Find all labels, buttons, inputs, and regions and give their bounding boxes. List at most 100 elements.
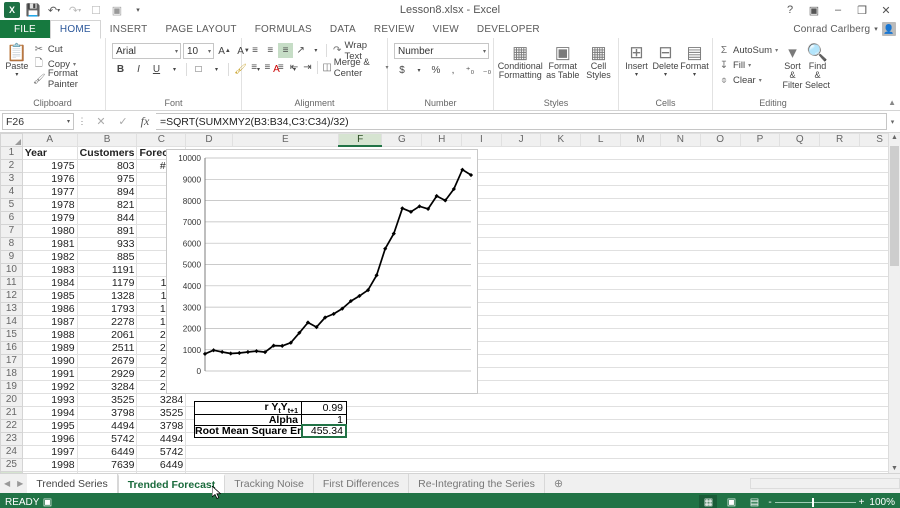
cell-a5[interactable]: 1978 [21, 197, 78, 212]
cell-a6[interactable]: 1979 [21, 210, 78, 225]
tab-formulas[interactable]: FORMULAS [246, 20, 321, 38]
cell-a7[interactable]: 1980 [21, 223, 78, 238]
increase-decimal-button[interactable]: ⁺₀ [462, 63, 478, 78]
row-header-24[interactable]: 24 [0, 444, 23, 459]
zoom-thumb[interactable] [811, 497, 814, 507]
tab-page-layout[interactable]: PAGE LAYOUT [156, 20, 245, 38]
cancel-formula-icon[interactable]: ✕ [90, 113, 112, 131]
column-header-o[interactable]: O [699, 133, 741, 147]
cell-a4[interactable]: 1977 [21, 184, 78, 199]
scroll-up-icon[interactable]: ▲ [889, 134, 900, 141]
column-header-l[interactable]: L [580, 133, 622, 147]
collapse-ribbon-icon[interactable]: ▲ [888, 98, 896, 107]
format-as-table-button[interactable]: ▣ Format as Table [543, 42, 582, 81]
bold-button[interactable]: B [112, 61, 129, 77]
cell-a22[interactable]: 1995 [21, 418, 78, 433]
column-header-q[interactable]: Q [779, 133, 821, 147]
user-account[interactable]: Conrad Carlberg ▾ 👤 [793, 20, 900, 38]
currency-chevron-down-icon[interactable]: ▾ [411, 63, 427, 78]
zoom-track[interactable] [774, 497, 856, 507]
cell-a23[interactable]: 1996 [21, 431, 78, 446]
cell-b2[interactable]: 803 [76, 158, 138, 173]
sheet-tab-trended-forecast[interactable]: Trended Forecast [117, 474, 226, 493]
cell-b25[interactable]: 7639 [76, 457, 138, 472]
cell-c23[interactable]: 4494 [136, 431, 187, 446]
tab-view[interactable]: VIEW [424, 20, 468, 38]
cell-b24[interactable]: 6449 [76, 444, 138, 459]
cell-a25[interactable]: 1998 [21, 457, 78, 472]
normal-view-button[interactable]: ▦ [699, 495, 718, 508]
chevron-down-icon[interactable]: ▾ [480, 48, 486, 55]
cell-empty-24[interactable] [185, 444, 900, 459]
chevron-down-icon[interactable]: ▾ [67, 118, 70, 125]
cell-empty-26[interactable] [185, 470, 900, 473]
wrap-text-button[interactable]: ↷ Wrap Text [330, 40, 384, 62]
cell-a12[interactable]: 1985 [21, 288, 78, 303]
sheet-tab-first-differences[interactable]: First Differences [313, 474, 410, 493]
row-header-14[interactable]: 14 [0, 314, 23, 329]
cell-styles-button[interactable]: ▦ Cell Styles [582, 42, 615, 81]
zoom-in-button[interactable]: + [859, 497, 865, 508]
cell-b15[interactable]: 2061 [76, 327, 138, 342]
column-header-row[interactable]: A B C D E F G H I J K L M N O P Q R S [0, 133, 900, 147]
column-header-i[interactable]: I [461, 133, 502, 147]
cell-b22[interactable]: 4494 [76, 418, 138, 433]
row-header-10[interactable]: 10 [0, 262, 23, 277]
cell-c24[interactable]: 5742 [136, 444, 187, 459]
increase-indent-button[interactable]: ⇥ [301, 60, 313, 75]
sheet-tab-trended-series[interactable]: Trended Series [27, 474, 118, 493]
cell-a19[interactable]: 1992 [21, 379, 78, 394]
currency-button[interactable]: $ [394, 63, 410, 78]
horizontal-scrollbar[interactable] [750, 474, 900, 493]
underline-button[interactable]: U [148, 61, 165, 77]
row-header-9[interactable]: 9 [0, 249, 23, 264]
cell-a14[interactable]: 1987 [21, 314, 78, 329]
underline-chevron-down-icon[interactable]: ▾ [166, 61, 183, 77]
grow-font-button[interactable]: A ▲ [216, 43, 233, 59]
column-header-e[interactable]: E [231, 133, 339, 147]
percent-button[interactable]: % [428, 63, 444, 78]
cell-c25[interactable]: 6449 [136, 457, 187, 472]
cell-b17[interactable]: 2679 [76, 353, 138, 368]
insert-function-icon[interactable]: fx [134, 113, 156, 131]
fill-button[interactable]: ↧ Fill ▾ [716, 58, 780, 72]
cell-b20[interactable]: 3525 [76, 392, 138, 407]
row-header-16[interactable]: 16 [0, 340, 23, 355]
fill-chevron-down-icon[interactable]: ▾ [748, 62, 751, 69]
column-header-r[interactable]: R [819, 133, 861, 147]
row-header-17[interactable]: 17 [0, 353, 23, 368]
cell-b10[interactable]: 1191 [76, 262, 138, 277]
align-top-button[interactable]: ≡ [248, 43, 262, 58]
row-header-4[interactable]: 4 [0, 184, 23, 199]
tab-home[interactable]: HOME [49, 20, 101, 39]
conditional-formatting-button[interactable]: ▦ Conditional Formatting [497, 42, 543, 81]
cell-a10[interactable]: 1983 [21, 262, 78, 277]
sort-filter-button[interactable]: ▾ Sort & Filter [780, 42, 805, 90]
cell-b26[interactable]: 7473 [76, 470, 138, 473]
select-all-button[interactable] [0, 133, 23, 147]
chevron-down-icon[interactable]: ▾ [172, 48, 178, 55]
align-bottom-button[interactable]: ≡ [278, 43, 293, 58]
cell-a11[interactable]: 1984 [21, 275, 78, 290]
format-chevron-down-icon[interactable]: ▾ [693, 72, 696, 78]
row-header-1[interactable]: 1 [0, 145, 23, 160]
zoom-out-button[interactable]: - [768, 497, 771, 508]
stat-value-correlation[interactable]: 0.99 [302, 402, 346, 414]
cut-button[interactable]: ✂ Cut [31, 42, 102, 56]
row-header-8[interactable]: 8 [0, 236, 23, 251]
column-header-g[interactable]: G [381, 133, 423, 147]
expand-formula-bar-icon[interactable]: ▾ [887, 118, 898, 126]
vertical-scroll-thumb[interactable] [890, 146, 899, 266]
font-size-select[interactable]: 10 ▾ [183, 43, 214, 59]
table-row[interactable]: 23 1996 5742 4494 [0, 431, 900, 446]
number-format-select[interactable]: Number ▾ [394, 43, 489, 59]
cell-b18[interactable]: 2929 [76, 366, 138, 381]
cell-c21[interactable]: 3525 [136, 405, 187, 420]
cell-b11[interactable]: 1179 [76, 275, 138, 290]
row-header-2[interactable]: 2 [0, 158, 23, 173]
row-header-21[interactable]: 21 [0, 405, 23, 420]
stat-row-alpha[interactable]: Alpha 1 [195, 413, 346, 426]
cell-a1[interactable]: Year [21, 145, 78, 160]
cell-b13[interactable]: 1793 [76, 301, 138, 316]
vertical-scrollbar[interactable]: ▲ ▼ [888, 133, 900, 473]
